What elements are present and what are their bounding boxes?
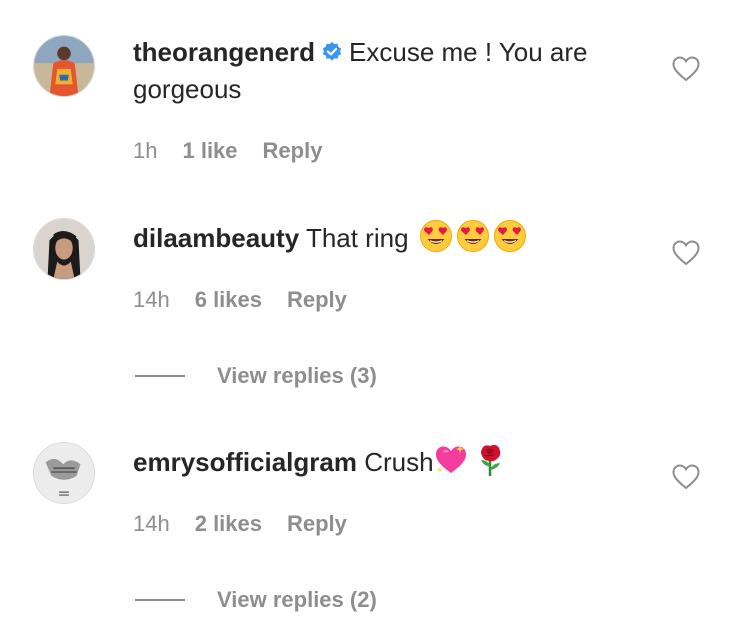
avatar-man-colorful-outfit-icon [34,36,94,96]
avatar-gray-sketch-icon [34,443,94,503]
rose-emoji-icon [474,443,508,477]
likes-count[interactable]: 6 likes [195,287,262,312]
replies-divider-line [135,375,185,377]
comment-body: That ring [305,223,409,253]
comment-time: 14h [133,287,170,312]
verified-badge-icon [321,36,343,61]
comment-text: dilaambeauty That ring [133,219,648,257]
likes-count[interactable]: 1 like [182,138,237,163]
reply-button[interactable]: Reply [287,287,347,312]
comment-text: theorangenerd Excuse me ! You are gorgeou… [133,34,648,108]
username[interactable]: emrysofficialgram [133,447,357,477]
sparkling-heart-emoji-icon [434,443,468,477]
comment-body: Crush [364,447,434,477]
comment-time: 14h [133,511,170,536]
heart-eyes-emoji-icon [456,219,490,253]
heart-eyes-emoji-icon [493,219,527,253]
username[interactable]: dilaambeauty [133,223,299,253]
view-replies-row: View replies (3) [135,361,377,391]
avatar[interactable] [33,35,95,97]
comment-meta: 14h 2 likes Reply [133,511,372,537]
comment-text: emrysofficialgram Crush [133,443,648,481]
replies-divider-line [135,599,185,601]
reply-button[interactable]: Reply [287,511,347,536]
comment-meta: 1h 1 like Reply [133,138,347,164]
comment-meta: 14h 6 likes Reply [133,287,372,313]
like-heart-icon[interactable] [672,56,700,82]
like-heart-icon[interactable] [672,464,700,490]
avatar[interactable] [33,218,95,280]
heart-eyes-emoji-icon [419,219,453,253]
view-replies-row: View replies (2) [135,585,377,615]
view-replies-button[interactable]: View replies (2) [217,587,377,613]
reply-button[interactable]: Reply [263,138,323,163]
avatar[interactable] [33,442,95,504]
avatar-woman-dark-hair-icon [34,219,94,279]
username[interactable]: theorangenerd [133,37,315,67]
likes-count[interactable]: 2 likes [195,511,262,536]
comment-time: 1h [133,138,158,163]
like-heart-icon[interactable] [672,240,700,266]
view-replies-button[interactable]: View replies (3) [217,363,377,389]
